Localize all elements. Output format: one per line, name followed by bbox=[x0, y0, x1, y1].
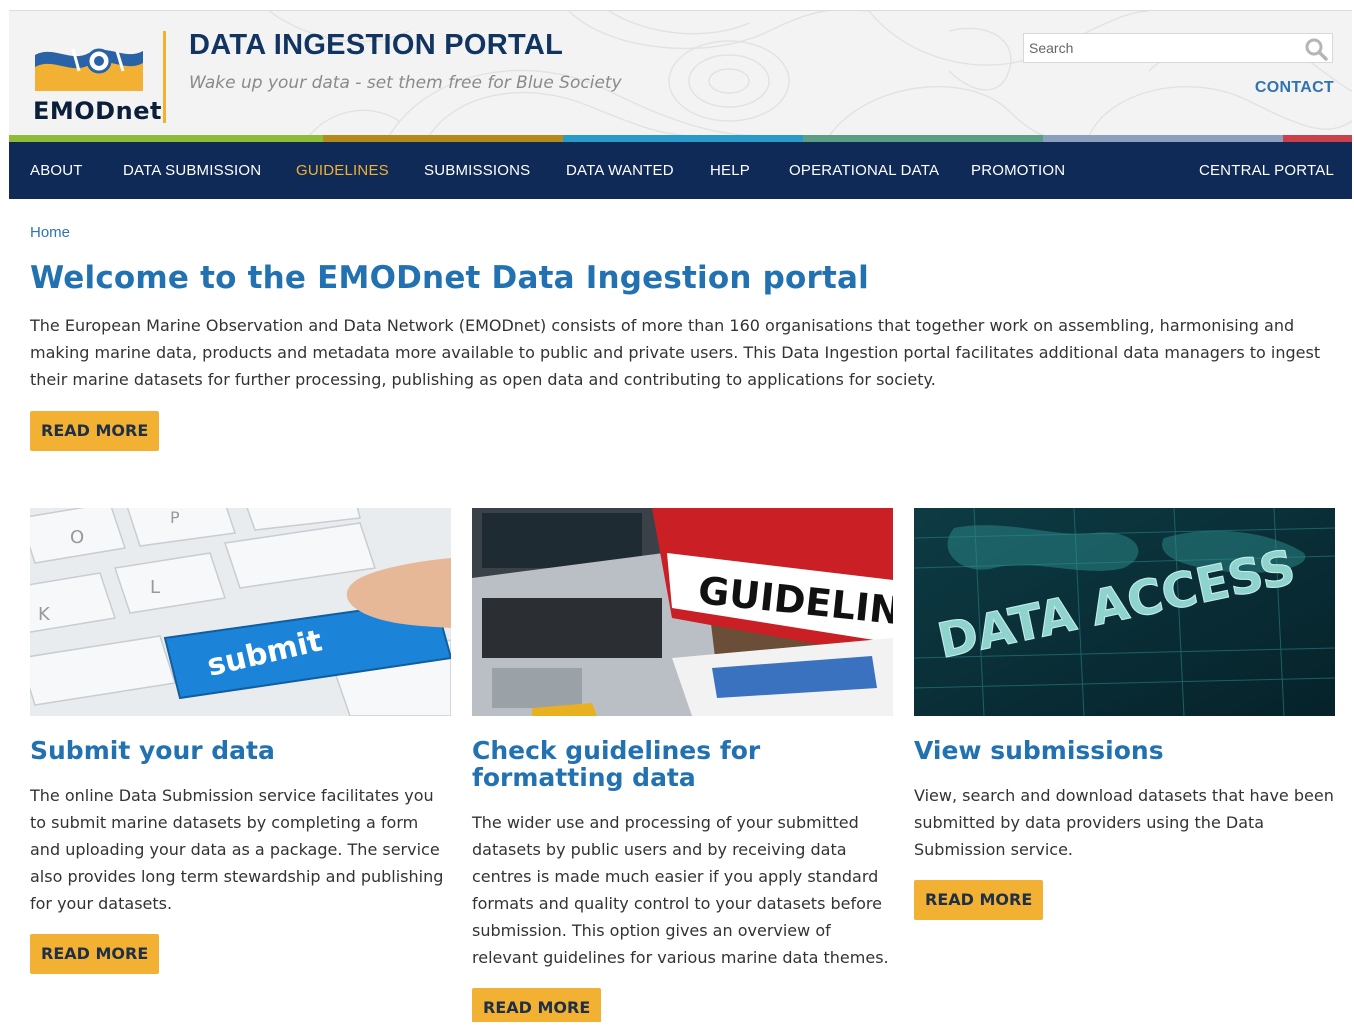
breadcrumb-home[interactable]: Home bbox=[30, 224, 70, 241]
data-access-image[interactable]: DATA ACCESS bbox=[914, 508, 1335, 716]
emodnet-logo[interactable]: EMODnet bbox=[33, 41, 161, 131]
strip-segment bbox=[563, 135, 803, 142]
nav-item-promotion[interactable]: PROMOTION bbox=[971, 162, 1065, 179]
card-title-submit[interactable]: Submit your data bbox=[30, 737, 451, 764]
card-title-guidelines[interactable]: Check guidelines for formatting data bbox=[472, 737, 893, 791]
guidelines-image[interactable]: GUIDELIN bbox=[472, 508, 893, 716]
key-o-glyph: O bbox=[70, 527, 84, 548]
nav-item-about[interactable]: ABOUT bbox=[30, 162, 83, 179]
key-p-glyph: P bbox=[170, 508, 180, 527]
card-title-submissions[interactable]: View submissions bbox=[914, 737, 1335, 764]
nav-item-data-wanted[interactable]: DATA WANTED bbox=[566, 162, 674, 179]
color-strip bbox=[9, 135, 1352, 142]
read-more-button[interactable]: READ MORE bbox=[30, 411, 160, 451]
logo-emblem-icon bbox=[35, 48, 143, 91]
submit-image[interactable]: submit O P L K bbox=[30, 508, 451, 716]
nav-item-central-portal[interactable]: CENTRAL PORTAL bbox=[1199, 162, 1334, 179]
strip-segment bbox=[1283, 135, 1352, 142]
strip-segment bbox=[803, 135, 1043, 142]
key-l-glyph: L bbox=[150, 577, 160, 598]
nav-item-submissions[interactable]: SUBMISSIONS bbox=[424, 162, 530, 179]
search-box bbox=[1023, 33, 1333, 63]
read-more-submissions-button[interactable]: READ MORE bbox=[914, 880, 1044, 920]
card-text-submit: The online Data Submission service facil… bbox=[30, 786, 444, 913]
nav-item-help[interactable]: HELP bbox=[710, 162, 750, 179]
intro-text: The European Marine Observation and Data… bbox=[30, 316, 1321, 389]
logo-separator bbox=[163, 31, 166, 123]
nav-item-data-submission[interactable]: DATA SUBMISSION bbox=[123, 162, 261, 179]
site-slogan: Wake up your data - set them free for Bl… bbox=[189, 73, 622, 93]
card-text-submissions: View, search and download datasets that … bbox=[914, 786, 1334, 859]
read-more-guidelines-button[interactable]: READ MORE bbox=[472, 988, 602, 1022]
nav-item-guidelines[interactable]: GUIDELINES bbox=[296, 162, 389, 179]
site-title[interactable]: DATA INGESTION PORTAL bbox=[189, 29, 563, 62]
read-more-submit-button[interactable]: READ MORE bbox=[30, 934, 160, 974]
site-header: EMODnet DATA INGESTION PORTAL Wake up yo… bbox=[9, 10, 1352, 136]
nav-item-operational-data[interactable]: OPERATIONAL DATA bbox=[789, 162, 939, 179]
page: EMODnet DATA INGESTION PORTAL Wake up yo… bbox=[9, 0, 1352, 1022]
main-nav: ABOUT DATA SUBMISSION GUIDELINES SUBMISS… bbox=[9, 142, 1352, 199]
search-input[interactable] bbox=[1024, 34, 1289, 62]
logo-text: EMODnet bbox=[33, 97, 162, 125]
strip-segment bbox=[323, 135, 563, 142]
strip-segment bbox=[9, 135, 323, 142]
strip-segment bbox=[1043, 135, 1283, 142]
contact-link[interactable]: CONTACT bbox=[1255, 79, 1334, 97]
card-text-guidelines: The wider use and processing of your sub… bbox=[472, 813, 889, 967]
page-title: Welcome to the EMODnet Data Ingestion po… bbox=[30, 260, 869, 296]
key-k-glyph: K bbox=[38, 604, 51, 625]
search-icon[interactable] bbox=[1304, 37, 1328, 61]
